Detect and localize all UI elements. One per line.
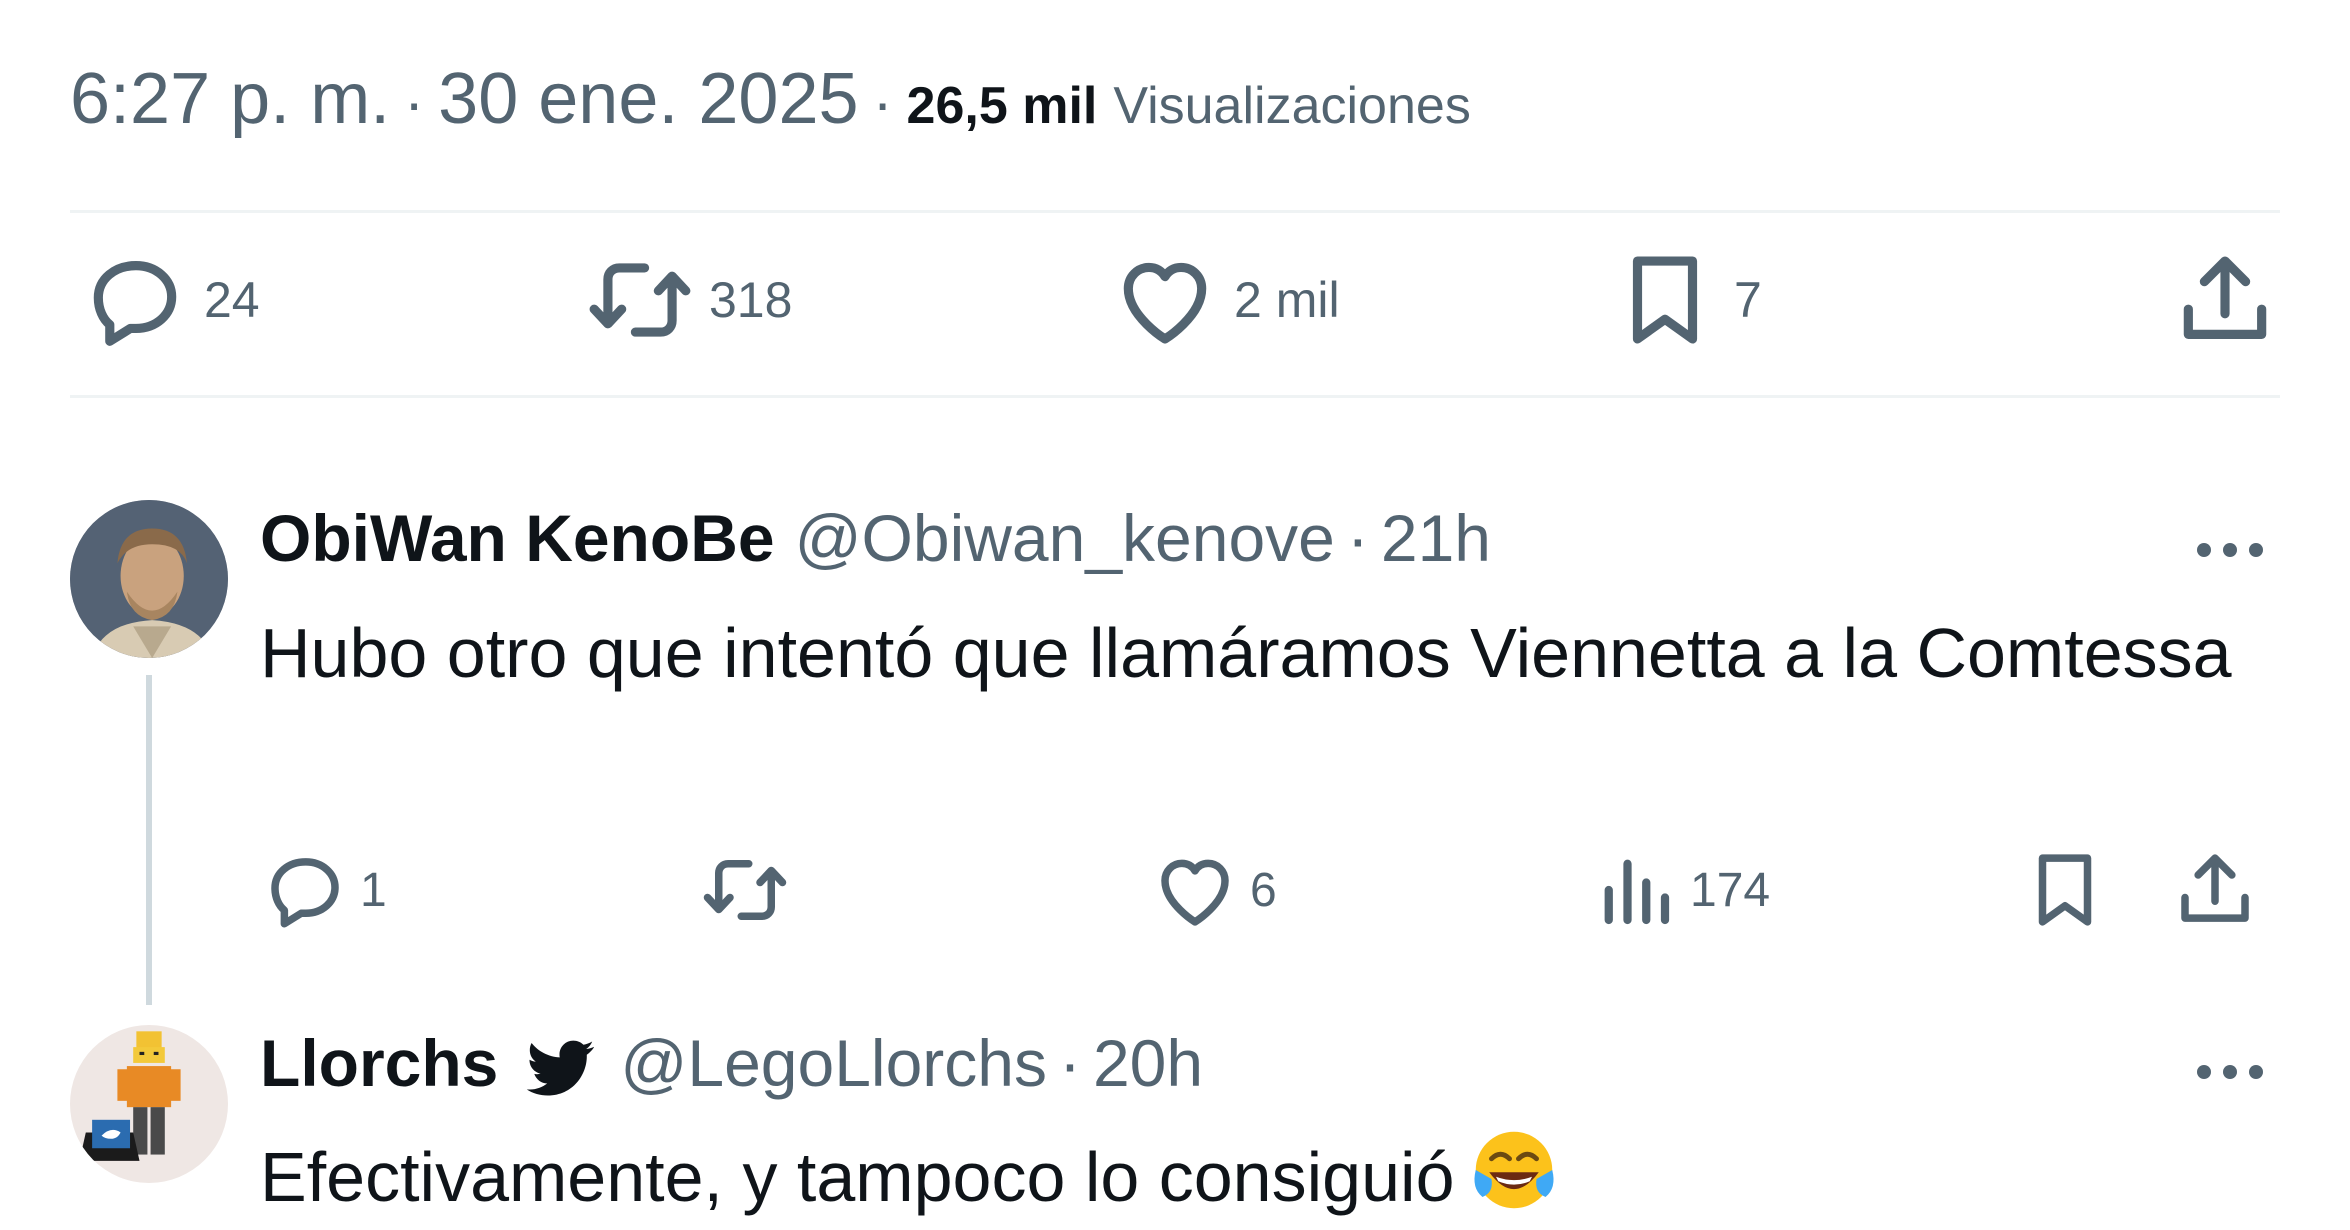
bookmark-button[interactable]: 7	[1610, 240, 1762, 360]
views-icon	[1604, 859, 1670, 925]
more-icon[interactable]	[2190, 1052, 2270, 1092]
avatar-image	[70, 500, 228, 658]
more-icon[interactable]	[2190, 530, 2270, 570]
views-count: 174	[1690, 863, 1771, 917]
tweet-action-bar: 24 318 2 mil 7	[70, 240, 2280, 360]
avatar-image	[70, 1025, 228, 1183]
author-handle[interactable]: @LegoLlorchs	[620, 1025, 1047, 1101]
tweet-time[interactable]: 6:27 p. m.	[70, 58, 390, 140]
reply-icon	[93, 261, 177, 346]
meta-separator: ·	[872, 69, 893, 136]
views-count: 26,5 mil	[906, 77, 1098, 135]
reply-text: Efectivamente, y tampoco lo consiguió	[260, 1125, 2240, 1225]
reply-text: Hubo otro que intentó que llamáramos Vie…	[260, 614, 2232, 692]
share-icon	[2181, 854, 2249, 922]
reply-text-content: Efectivamente, y tampoco lo consiguió	[260, 1138, 1455, 1216]
face-with-tears-of-joy-icon	[1473, 1131, 1554, 1209]
tweet-date[interactable]: 30 ene. 2025	[438, 58, 858, 140]
separator: ·	[1346, 501, 1369, 575]
divider	[70, 210, 2280, 213]
reply-button[interactable]: 24	[80, 240, 260, 360]
like-button[interactable]: 2 mil	[1110, 240, 1340, 360]
reply-time[interactable]: 21h	[1381, 500, 1491, 576]
retweet-icon	[703, 860, 787, 920]
retweet-icon	[589, 263, 691, 337]
like-button[interactable]: 6	[1150, 835, 1277, 945]
separator: ·	[1058, 1026, 1081, 1100]
retweet-button[interactable]: 318	[585, 240, 792, 360]
like-icon	[1161, 859, 1229, 926]
reply-count: 24	[204, 272, 260, 328]
like-icon	[1123, 262, 1207, 344]
views-button[interactable]: 174	[1590, 835, 1770, 945]
avatar[interactable]	[70, 500, 228, 658]
share-button[interactable]	[2170, 835, 2260, 945]
bookmark-count: 7	[1734, 272, 1762, 328]
reply-time[interactable]: 20h	[1093, 1025, 1203, 1101]
reply-header: Llorchs @LegoLlorchs · 20h	[260, 1025, 2300, 1115]
reply-count: 1	[360, 863, 387, 917]
author-name[interactable]: Llorchs	[260, 1025, 498, 1101]
reply-1: ObiWan KenoBe @Obiwan_kenove · 21h	[260, 500, 2300, 590]
bookmark-button[interactable]	[2020, 835, 2110, 945]
retweet-button[interactable]	[700, 835, 800, 945]
tweet-meta: 6:27 p. m. · 30 ene. 2025 · 26,5 mil Vis…	[70, 58, 1471, 148]
twitter-bird-icon	[527, 1040, 595, 1096]
reply-header: ObiWan KenoBe @Obiwan_kenove · 21h	[260, 500, 2300, 590]
meta-separator: ·	[404, 69, 425, 136]
avatar[interactable]	[70, 1025, 228, 1183]
share-icon	[2183, 256, 2267, 339]
author-handle[interactable]: @Obiwan_kenove	[795, 500, 1335, 576]
reply-button[interactable]: 1	[260, 835, 387, 945]
author-name[interactable]: ObiWan KenoBe	[260, 500, 775, 576]
divider	[70, 395, 2280, 398]
reply-2: Llorchs @LegoLlorchs · 20h	[260, 1025, 2300, 1115]
like-count: 6	[1250, 863, 1277, 917]
like-count: 2 mil	[1234, 272, 1340, 328]
reply-action-bar: 1 6 174	[260, 835, 2300, 945]
share-button[interactable]	[2170, 240, 2280, 360]
thread-line	[146, 675, 152, 1005]
reply-icon	[271, 858, 339, 928]
bookmark-icon	[1632, 256, 1698, 344]
retweet-count: 318	[709, 272, 793, 328]
views-label: Visualizaciones	[1113, 77, 1471, 135]
bookmark-icon	[2038, 854, 2092, 926]
